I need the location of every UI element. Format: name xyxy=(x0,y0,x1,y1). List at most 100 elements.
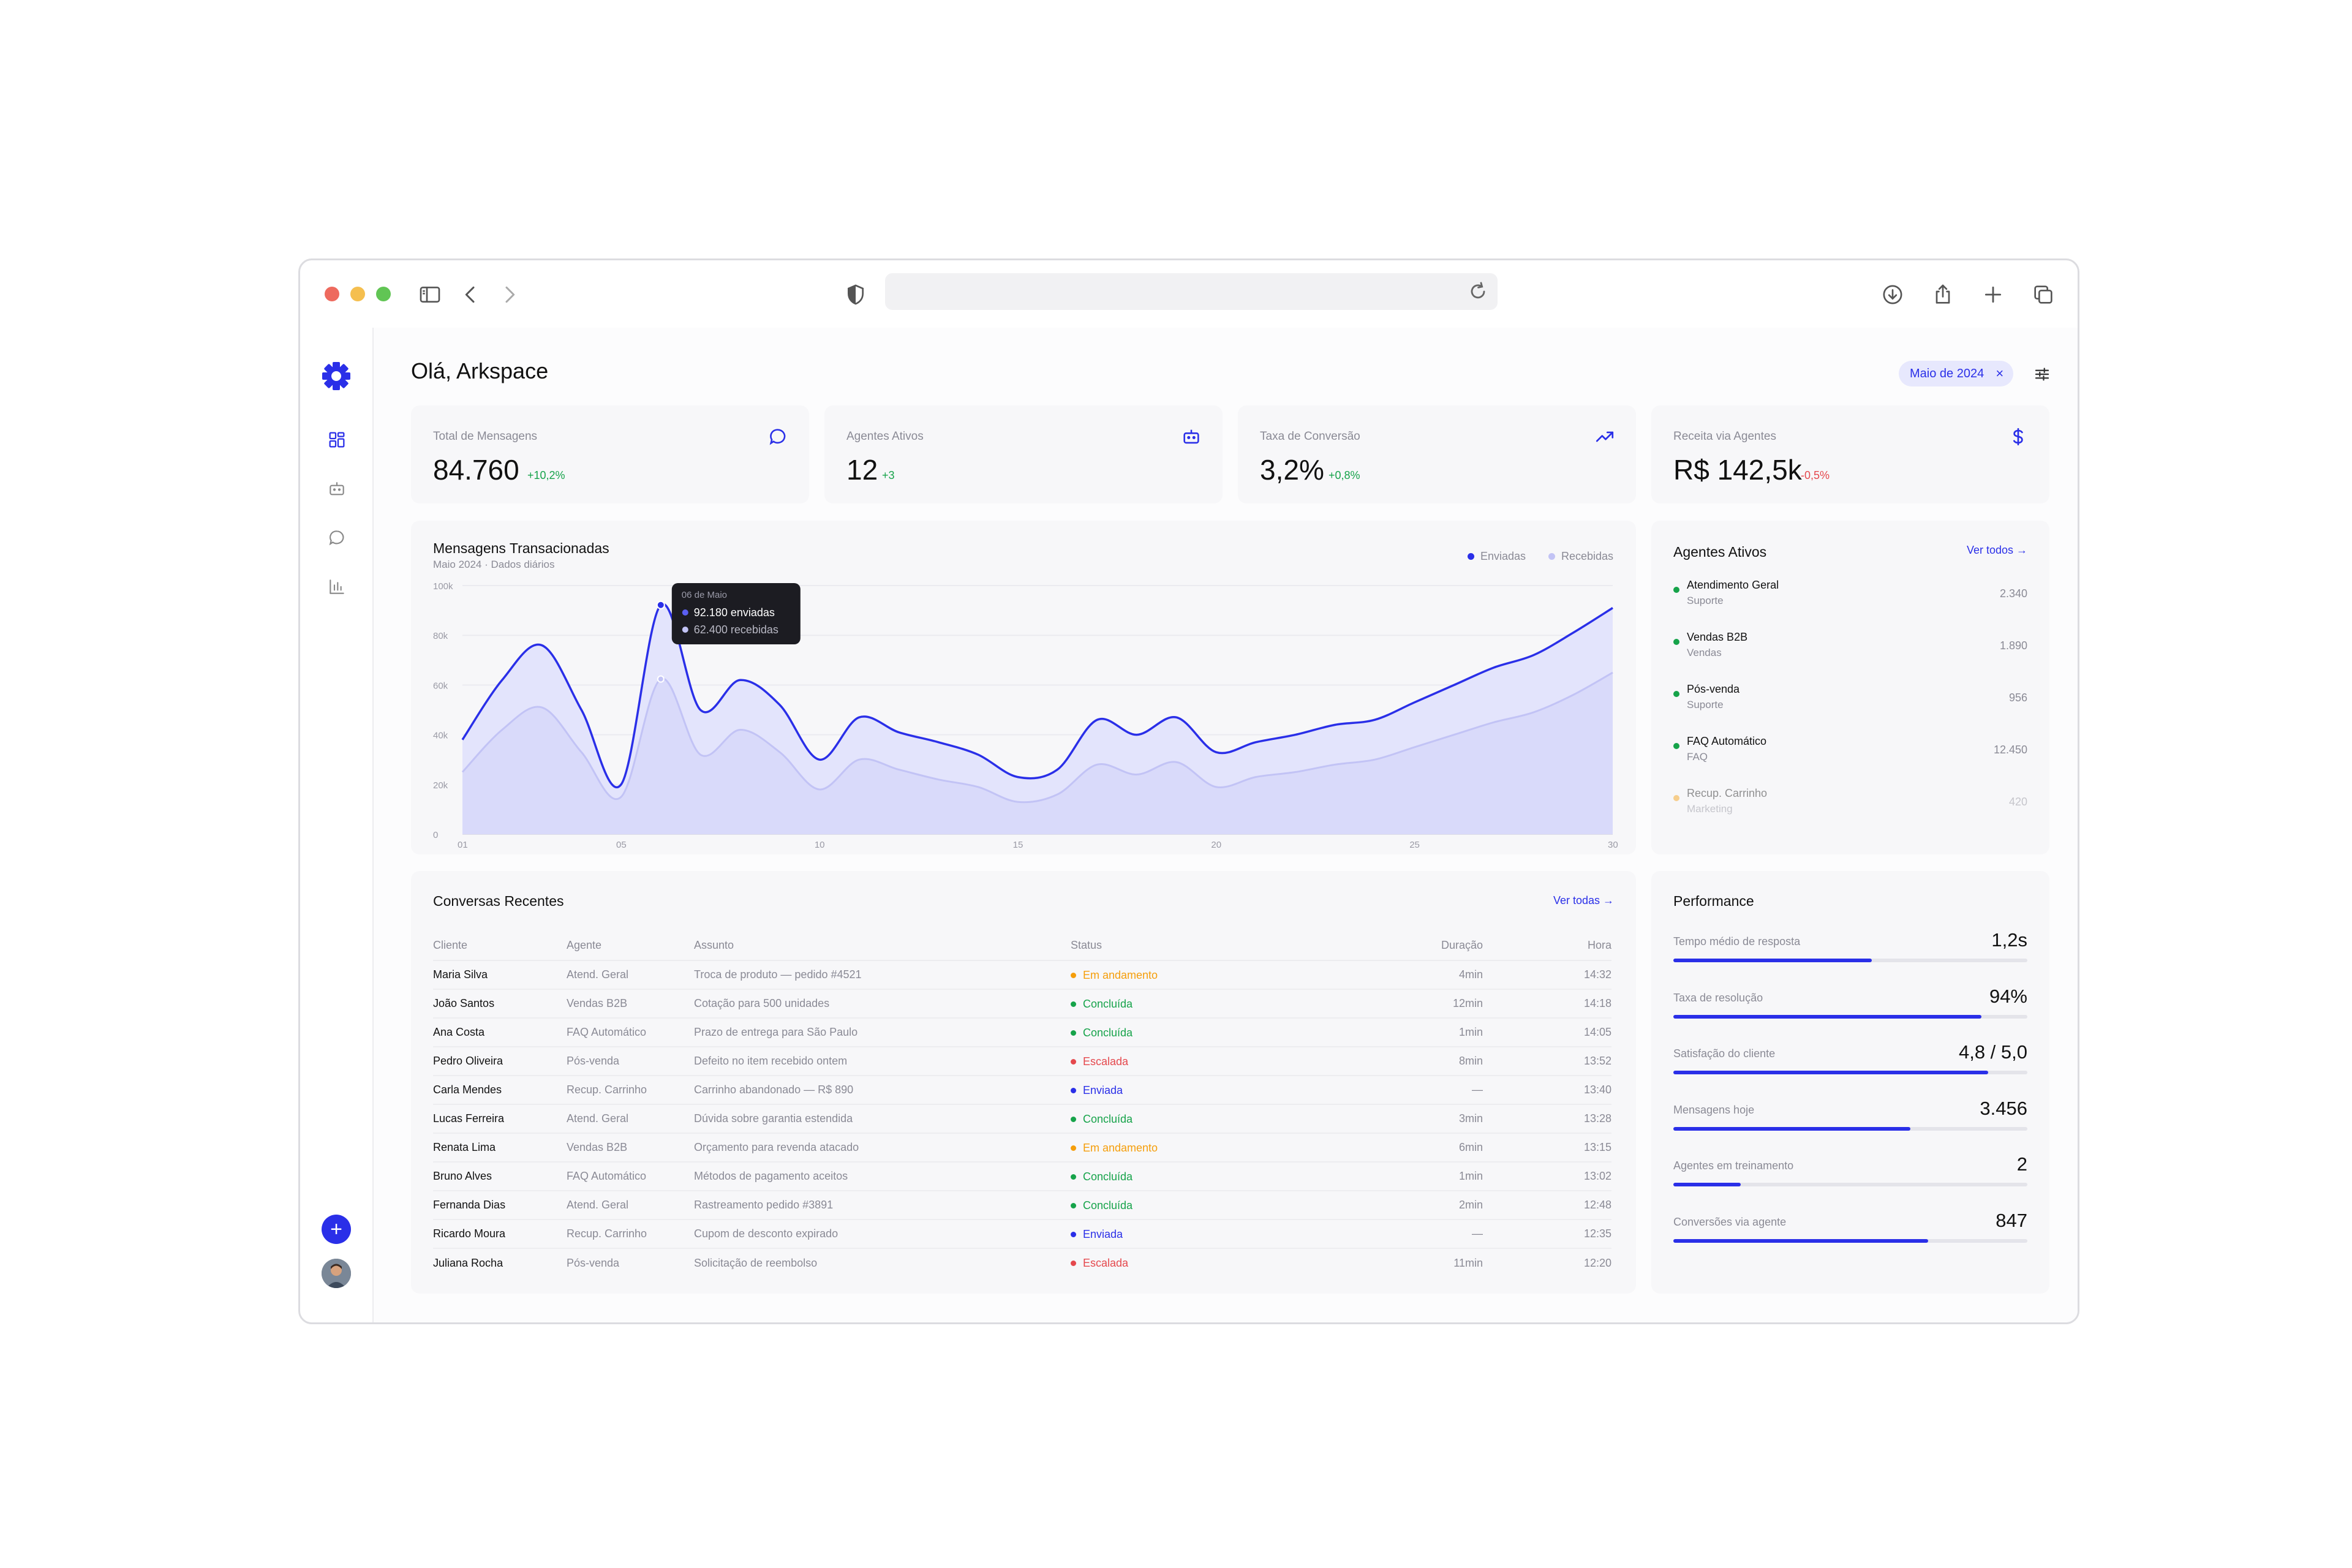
subject-cell: Rastreamento pedido #3891 xyxy=(694,1191,1071,1220)
column-header[interactable]: Cliente xyxy=(433,931,567,961)
table-row[interactable]: Bruno Alves FAQ Automático Métodos de paga… xyxy=(433,1162,1611,1191)
column-header[interactable]: Agente xyxy=(567,931,694,961)
time-cell: 14:18 xyxy=(1483,989,1611,1019)
duration-cell: 1min xyxy=(1359,1162,1483,1191)
progress-fill xyxy=(1673,1183,1741,1186)
table-row[interactable]: Pedro Oliveira Pós-venda Defeito no item r… xyxy=(433,1047,1611,1076)
time-cell: 14:32 xyxy=(1483,960,1611,990)
nav-rail: + xyxy=(300,328,374,1322)
kpi-card-messages[interactable]: Total de Mensagens 84.760 +10,2% xyxy=(411,405,809,503)
agent-item[interactable]: Recup. Carrinho Marketing 420 xyxy=(1673,787,2027,824)
status-dot xyxy=(1071,1261,1076,1266)
close-icon[interactable]: × xyxy=(1996,366,2003,382)
agent-cell: Atend. Geral xyxy=(567,1191,694,1220)
download-icon[interactable] xyxy=(1879,281,1906,308)
table-row[interactable]: João Santos Vendas B2B Cotação para 500 un… xyxy=(433,989,1611,1019)
progress-fill xyxy=(1673,1014,1981,1019)
agent-item[interactable]: Atendimento Geral Suporte 2.340 xyxy=(1673,579,2027,616)
agent-status-dot xyxy=(1673,795,1679,801)
messages-chart-card: Mensagens Transacionadas Maio 2024 · Dad… xyxy=(411,521,1636,854)
agent-item[interactable]: Vendas B2B Vendas 1.890 xyxy=(1673,631,2027,668)
kpi-label: Total de Mensagens xyxy=(433,430,538,443)
column-header[interactable]: Duração xyxy=(1359,931,1483,961)
progress-track xyxy=(1673,1014,2027,1019)
duration-cell: 4min xyxy=(1359,960,1483,990)
back-icon[interactable] xyxy=(457,281,484,308)
table-row[interactable]: Carla Mendes Recup. Carrinho Carrinho aban… xyxy=(433,1076,1611,1105)
minimize-window-button[interactable] xyxy=(350,287,365,301)
metric-label: Tempo médio de resposta xyxy=(1673,935,1801,948)
see-all-conversations-link[interactable]: Ver todas → xyxy=(1553,894,1614,907)
reload-icon[interactable] xyxy=(1466,279,1490,304)
forward-icon[interactable] xyxy=(496,281,523,308)
main-content: Olá, Arkspace Maio de 2024 × Total de Me… xyxy=(374,328,2078,1322)
agent-name: Atendimento Geral xyxy=(1687,579,1779,591)
agent-item[interactable]: Pós-venda Suporte 956 xyxy=(1673,683,2027,720)
avatar[interactable] xyxy=(322,1259,351,1288)
duration-cell: 2min xyxy=(1359,1191,1483,1220)
tabs-icon[interactable] xyxy=(2030,281,2057,308)
performance-metric: Taxa de resolução 94% xyxy=(1673,986,2027,1028)
status-cell: Em andamento xyxy=(1071,1133,1359,1163)
metric-value: 1,2s xyxy=(1991,929,2027,951)
agent-category: Marketing xyxy=(1687,803,1733,815)
y-tick-label: 0 xyxy=(433,830,438,840)
share-icon[interactable] xyxy=(1929,281,1956,308)
table-row[interactable]: Maria Silva Atend. Geral Troca de produto … xyxy=(433,960,1611,990)
status-badge: Concluída xyxy=(1071,1027,1133,1039)
active-agents-card: Agentes Ativos Ver todos → Atendimento G… xyxy=(1651,521,2049,854)
chat-icon[interactable] xyxy=(327,528,347,548)
maximize-window-button[interactable] xyxy=(376,287,391,301)
table-row[interactable]: Lucas Ferreira Atend. Geral Dúvida sobre g… xyxy=(433,1104,1611,1134)
column-header[interactable]: Assunto xyxy=(694,931,1071,961)
see-all-agents-link[interactable]: Ver todos → xyxy=(1967,544,2027,557)
date-filter-chip[interactable]: Maio de 2024 × xyxy=(1899,361,2014,386)
agents-icon[interactable] xyxy=(327,479,347,499)
address-bar[interactable] xyxy=(885,273,1498,310)
performance-metric: Agentes em treinamento 2 xyxy=(1673,1153,2027,1196)
time-cell: 12:20 xyxy=(1583,1256,1611,1269)
chart-icon[interactable] xyxy=(327,577,347,597)
chat-bubble-icon xyxy=(769,429,786,445)
kpi-card-conversion[interactable]: Taxa de Conversão 3,2% +0,8% xyxy=(1238,405,1636,503)
status-cell: Enviada xyxy=(1071,1219,1359,1249)
status-badge: Concluída xyxy=(1071,998,1133,1011)
status-cell: Concluída xyxy=(1071,1191,1359,1220)
table-row[interactable]: Fernanda Dias Atend. Geral Rastreamento pe… xyxy=(433,1191,1611,1220)
duration-cell: 12min xyxy=(1359,989,1483,1019)
status-label: Concluída xyxy=(1083,1026,1133,1039)
page-title: Olá, Arkspace xyxy=(411,358,549,383)
recebidas-point xyxy=(657,675,665,683)
subject-cell: Cotação para 500 unidades xyxy=(694,989,1071,1019)
shield-icon[interactable] xyxy=(842,281,869,308)
kpi-card-revenue[interactable]: Receita via Agentes R$ 142,5k -0,5% xyxy=(1651,405,2049,503)
y-tick-label: 60k xyxy=(433,680,448,691)
client-name: Fernanda Dias xyxy=(433,1191,567,1220)
agent-count: 12.450 xyxy=(1993,744,2027,756)
messages-area-chart[interactable]: 0 20k 40k 60k 80k 100k 01 05 10 15 20 25 30 06 de Mai… xyxy=(411,521,1636,854)
new-agent-button[interactable]: + xyxy=(322,1215,351,1244)
metric-value: 847 xyxy=(1996,1209,2027,1231)
sidebar-icon[interactable] xyxy=(417,281,443,308)
agent-item[interactable]: FAQ Automático FAQ 12.450 xyxy=(1673,735,2027,772)
table-row[interactable]: Juliana Rocha Pós-venda Solicitação de ree… xyxy=(433,1248,1611,1277)
kpi-card-agents[interactable]: Agentes Ativos 12 +3 xyxy=(824,405,1223,503)
table-row[interactable]: Renata Lima Vendas B2B Orçamento para reve… xyxy=(433,1133,1611,1163)
table-row[interactable]: Ana Costa FAQ Automático Prazo de entrega … xyxy=(433,1018,1611,1047)
column-header[interactable]: Hora xyxy=(1483,931,1611,961)
duration-cell: 11min xyxy=(1453,1256,1483,1269)
x-tick-label: 01 xyxy=(458,840,468,850)
sliders-icon[interactable] xyxy=(2033,365,2051,383)
dashboard-icon[interactable] xyxy=(327,430,347,450)
time-cell: 12:35 xyxy=(1483,1219,1611,1249)
plus-icon[interactable] xyxy=(1980,281,2007,308)
table-row[interactable]: Ricardo Moura Recup. Carrinho Cupom de des… xyxy=(433,1219,1611,1249)
status-dot xyxy=(1071,972,1076,978)
agent-status-dot xyxy=(1673,587,1679,593)
column-header[interactable]: Status xyxy=(1071,931,1359,961)
client-name: Carla Mendes xyxy=(433,1076,567,1105)
agent-cell: Recup. Carrinho xyxy=(567,1219,694,1249)
duration-cell: — xyxy=(1359,1219,1483,1249)
close-window-button[interactable] xyxy=(325,287,339,301)
kpi-delta: -0,5% xyxy=(1801,469,1830,481)
